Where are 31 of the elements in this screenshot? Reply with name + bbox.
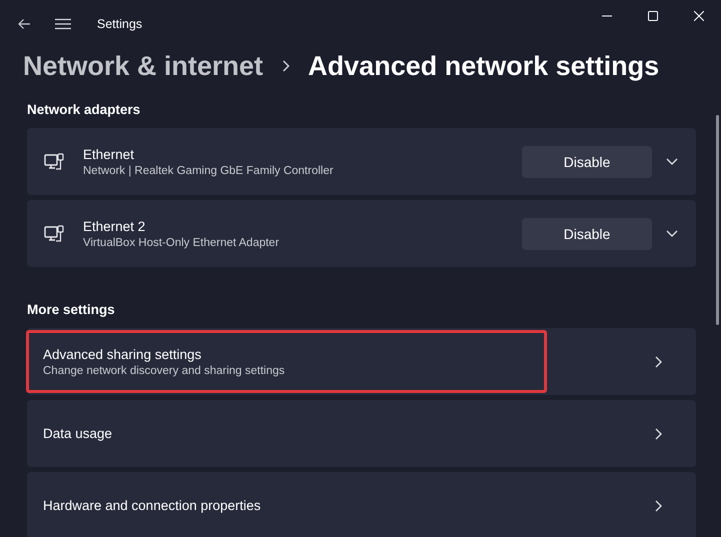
setting-title: Advanced sharing settings: [43, 346, 202, 362]
settings-row[interactable]: Advanced sharing settings Change network discovery and sharing settings: [27, 328, 696, 395]
chevron-right-icon: [654, 428, 663, 440]
chevron-right-icon: [654, 356, 663, 368]
page-title: Advanced network settings: [308, 50, 660, 83]
disable-button[interactable]: Disable: [522, 218, 652, 250]
chevron-down-icon[interactable]: [666, 157, 678, 166]
adapter-description: Network | Realtek Gaming GbE Family Controller: [83, 164, 334, 176]
adapter-name: Ethernet: [83, 146, 136, 162]
scrollbar[interactable]: [716, 115, 719, 325]
section-heading: Network adapters: [27, 102, 142, 118]
ethernet-monitor-icon: [44, 224, 64, 244]
close-icon[interactable]: [694, 11, 704, 21]
setting-description: Change network discovery and sharing settings: [43, 364, 286, 376]
settings-row[interactable]: Data usage: [27, 400, 696, 467]
setting-title: Data usage: [43, 426, 114, 441]
setting-title: Hardware and connection properties: [43, 498, 262, 513]
window-title: Settings: [97, 17, 142, 31]
disable-button[interactable]: Disable: [522, 146, 652, 178]
maximize-icon[interactable]: [648, 11, 658, 21]
ethernet-monitor-icon: [44, 152, 64, 172]
settings-row[interactable]: Hardware and connection properties: [27, 472, 696, 537]
chevron-down-icon[interactable]: [666, 229, 678, 238]
menu-icon[interactable]: [55, 18, 71, 30]
breadcrumb-link[interactable]: Network & internet: [23, 48, 264, 84]
chevron-right-icon: [282, 60, 290, 72]
chevron-right-icon: [654, 500, 663, 512]
section-heading: More settings: [27, 302, 116, 318]
back-icon[interactable]: [17, 18, 31, 30]
adapter-name: Ethernet 2: [83, 218, 146, 234]
adapter-description: VirtualBox Host-Only Ethernet Adapter: [83, 236, 280, 248]
